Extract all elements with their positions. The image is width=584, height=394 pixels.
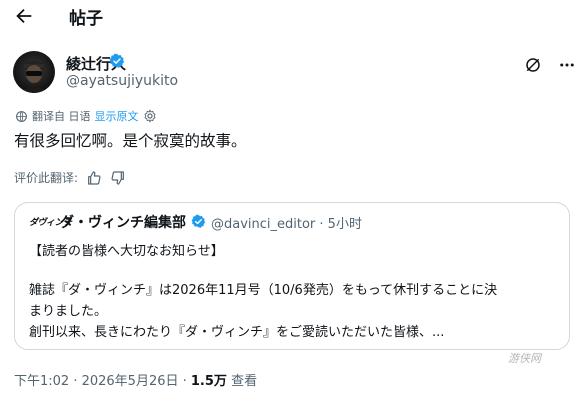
quoted-author-name: ダ・ヴィンチ編集部 — [60, 215, 186, 231]
settings-gear-icon[interactable] — [143, 109, 157, 123]
quoted-handle-time: @davinci_editor · 5小时 — [211, 217, 362, 232]
verified-badge-icon — [191, 214, 206, 228]
translation-source-label: 翻译自 日语 — [32, 110, 91, 123]
post-timestamp[interactable]: 下午1:02 · 2026年5月26日 · — [14, 374, 191, 389]
quoted-line: 創刊以来、長きにわたり『ダ・ヴィンチ』をご愛読いただいた皆様、... — [29, 325, 445, 340]
quoted-line: 雑誌『ダ・ヴィンチ』は2026年11月号（10/6発売）をもって休刊することに決 — [29, 283, 498, 298]
view-count: 1.5万 — [190, 374, 227, 389]
rate-translation-row: 评价此翻译: — [14, 169, 126, 186]
tweet-text: 有很多回忆啊。是个寂寞的故事。 — [14, 132, 247, 150]
translation-row: 翻译自 日语 显示原文 — [15, 108, 157, 124]
quoted-post[interactable]: ダヴィンチ ダ・ヴィンチ編集部 @davinci_editor · 5小时 【読… — [14, 202, 570, 350]
watermark: 游侠网 — [508, 352, 541, 365]
quoted-line: 【読者の皆様へ大切なお知らせ】 — [29, 244, 224, 259]
page-title: 帖子 — [69, 9, 103, 29]
header-bar: 帖子 — [0, 0, 584, 36]
more-options-icon[interactable] — [558, 56, 576, 74]
quoted-line: まりました。 — [29, 304, 108, 319]
rate-translation-label: 评价此翻译: — [14, 171, 79, 185]
thumbs-down-icon[interactable] — [110, 170, 126, 186]
views-label: 查看 — [231, 374, 258, 389]
thumbs-up-icon[interactable] — [86, 170, 102, 186]
grok-icon[interactable] — [524, 56, 542, 74]
post-meta: 下午1:02 · 2026年5月26日 · 1.5万 查看 — [14, 370, 257, 389]
avatar[interactable] — [13, 51, 55, 93]
verified-badge-icon — [109, 53, 125, 68]
arrow-left-icon[interactable] — [13, 5, 35, 27]
translate-icon — [16, 110, 27, 122]
avatar-image — [18, 61, 50, 93]
show-original-link[interactable]: 显示原文 — [95, 108, 139, 124]
author-handle[interactable]: @ayatsujiyukito — [66, 73, 178, 89]
